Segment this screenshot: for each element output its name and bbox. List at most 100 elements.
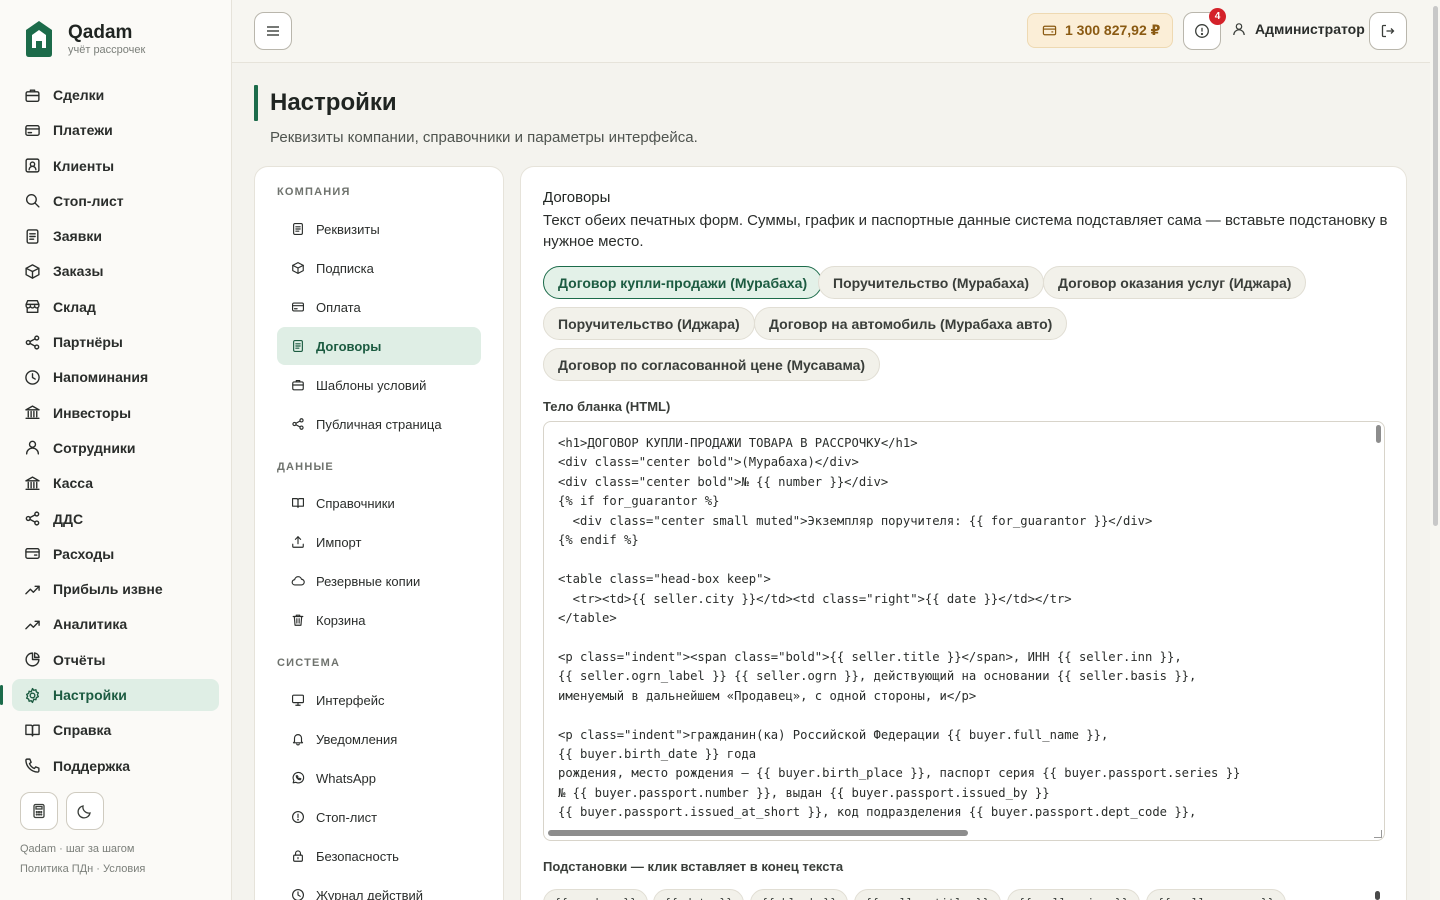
editor-resize-handle[interactable] <box>1374 830 1382 838</box>
substitution-chip[interactable]: {{ seller.inn }} <box>1007 889 1140 900</box>
alerts-button[interactable]: 4 <box>1183 8 1226 50</box>
settings-nav-item[interactable]: Публичная страница <box>277 405 481 443</box>
settings-nav-item[interactable]: Реквизиты <box>277 210 481 248</box>
settings-nav-item[interactable]: Договоры <box>277 327 481 365</box>
menu-toggle-button[interactable] <box>254 12 292 50</box>
sidebar-item-1[interactable]: Платежи <box>12 114 219 146</box>
sidebar-item-9[interactable]: Инвесторы <box>12 397 219 429</box>
brand[interactable]: Qadam учёт рассрочек <box>24 20 145 58</box>
code-line: <div class="center bold">(Мурабаха)</div… <box>558 455 859 470</box>
pie-icon <box>25 652 40 667</box>
template-body-text[interactable]: <h1>ДОГОВОР КУПЛИ-ПРОДАЖИ ТОВАРА В РАССР… <box>558 434 1373 828</box>
template-tab[interactable]: Договор на автомобиль (Мурабаха авто) <box>754 307 1068 340</box>
settings-nav-item[interactable]: Безопасность <box>277 837 481 875</box>
settings-nav-item[interactable]: Стоп-лист <box>277 798 481 836</box>
sidebar: Qadam учёт рассрочек Сделки Платежи Клиент… <box>0 0 232 900</box>
sidebar-item-label: Склад <box>53 298 96 315</box>
wallet-icon <box>1042 25 1057 36</box>
balance-badge[interactable]: 1 300 827,92 ₽ <box>1027 13 1173 48</box>
editor-horizontal-scrollbar[interactable] <box>548 830 968 836</box>
sidebar-item-19[interactable]: Поддержка <box>12 750 219 782</box>
code-line: <table class="head-box keep"> <box>558 572 771 587</box>
section-title: Договоры <box>543 189 611 206</box>
settings-nav-item[interactable]: Справочники <box>277 484 481 522</box>
sidebar-item-label: Стоп-лист <box>53 192 124 209</box>
sidebar-item-5[interactable]: Заказы <box>12 255 219 287</box>
sidebar-item-3[interactable]: Стоп-лист <box>12 185 219 217</box>
brand-tagline: учёт рассрочек <box>68 44 146 56</box>
settings-nav-item[interactable]: Журнал действий <box>277 876 481 900</box>
user-menu[interactable]: Администратор <box>1232 21 1365 37</box>
substitution-chip[interactable]: {{ number }} <box>543 889 649 900</box>
sidebar-item-4[interactable]: Заявки <box>12 220 219 252</box>
sidebar-item-7[interactable]: Партнёры <box>12 326 219 358</box>
sidebar-item-label: Поддержка <box>53 757 131 774</box>
panel-scrollbar[interactable] <box>1375 891 1380 900</box>
terms-link[interactable]: Условия <box>103 863 145 875</box>
sidebar-item-14[interactable]: Прибыль извне <box>12 573 219 605</box>
substitution-chip[interactable]: {{ date }} <box>653 889 745 900</box>
editor-vertical-scrollbar[interactable] <box>1376 425 1381 443</box>
sidebar-item-2[interactable]: Клиенты <box>12 150 219 182</box>
sidebar-item-6[interactable]: Склад <box>12 291 219 323</box>
sidebar-item-15[interactable]: Аналитика <box>12 608 219 640</box>
settings-nav-item[interactable]: Резервные копии <box>277 562 481 600</box>
substitution-chip[interactable]: {{ blank }} <box>750 889 849 900</box>
sidebar-item-label: Заказы <box>53 263 104 280</box>
logo-icon <box>26 21 52 57</box>
settings-nav-item[interactable]: Импорт <box>277 523 481 561</box>
template-tab[interactable]: Договор оказания услуг (Иджара) <box>1043 266 1307 299</box>
document-icon <box>293 340 303 352</box>
sidebar-item-12[interactable]: ДДС <box>12 503 219 535</box>
share-icon <box>25 335 40 350</box>
calculator-button[interactable] <box>20 792 58 830</box>
code-line: рождения, место рождения — {{ buyer.birt… <box>558 766 1241 781</box>
settings-nav-item[interactable]: Оплата <box>277 288 481 326</box>
page-scrollbar[interactable] <box>1430 0 1440 900</box>
settings-nav-item-label: WhatsApp <box>316 770 376 786</box>
substitutions-label: Подстановки — клик вставляет в конец тек… <box>543 859 844 874</box>
settings-nav-item[interactable]: WhatsApp <box>277 759 481 797</box>
alert-icon <box>1195 24 1209 38</box>
privacy-link[interactable]: Политика ПДн <box>20 863 93 875</box>
sidebar-item-18[interactable]: Справка <box>12 714 219 746</box>
page-scrollbar-thumb[interactable] <box>1433 6 1438 526</box>
settings-nav: КОМПАНИЯ Реквизиты Подписка Оплата Договоры Ш… <box>254 166 504 900</box>
page-header: Настройки <box>254 85 397 121</box>
topbar: 1 300 827,92 ₽ 4 Администратор <box>232 0 1430 63</box>
settings-nav-item[interactable]: Шаблоны условий <box>277 366 481 404</box>
template-tab[interactable]: Поручительство (Иджара) <box>543 307 755 340</box>
substitution-chip[interactable]: {{ seller.title }} <box>854 889 1001 900</box>
sidebar-item-0[interactable]: Сделки <box>12 79 219 111</box>
settings-nav-item[interactable]: Корзина <box>277 601 481 639</box>
sidebar-item-10[interactable]: Сотрудники <box>12 432 219 464</box>
card-icon <box>292 302 304 312</box>
sidebar-item-label: Прибыль извне <box>53 581 163 598</box>
settings-nav-item[interactable]: Подписка <box>277 249 481 287</box>
substitution-chip[interactable]: {{ seller.ogrn }} <box>1146 889 1286 900</box>
sidebar-item-label: Инвесторы <box>53 404 132 421</box>
sidebar-item-label: Настройки <box>53 687 127 704</box>
sidebar-item-13[interactable]: Расходы <box>12 538 219 570</box>
template-tab[interactable]: Поручительство (Мурабаха) <box>818 266 1045 299</box>
template-tab[interactable]: Договор по согласованной цене (Мусавама) <box>543 348 881 381</box>
template-tab[interactable]: Договор купли-продажи (Мурабаха) <box>543 266 823 299</box>
sidebar-item-label: Касса <box>53 475 94 492</box>
logout-button[interactable] <box>1369 12 1407 50</box>
sidebar-item-11[interactable]: Касса <box>12 467 219 499</box>
settings-nav-item[interactable]: Интерфейс <box>277 681 481 719</box>
code-line: <p class="indent">гражданин(ка) Российск… <box>558 727 1109 742</box>
briefcase-icon <box>292 380 304 391</box>
sidebar-item-label: Отчёты <box>53 651 106 668</box>
sidebar-item-16[interactable]: Отчёты <box>12 644 219 676</box>
box-icon <box>292 262 304 274</box>
template-body-editor[interactable]: <h1>ДОГОВОР КУПЛИ-ПРОДАЖИ ТОВАРА В РАССР… <box>543 421 1385 841</box>
footer-separator: · <box>93 863 103 875</box>
settings-nav-item-label: Стоп-лист <box>316 809 378 825</box>
settings-nav-item[interactable]: Уведомления <box>277 720 481 758</box>
theme-toggle-button[interactable] <box>66 792 104 830</box>
sidebar-item-8[interactable]: Напоминания <box>12 361 219 393</box>
sidebar-item-17[interactable]: Настройки <box>0 679 219 712</box>
